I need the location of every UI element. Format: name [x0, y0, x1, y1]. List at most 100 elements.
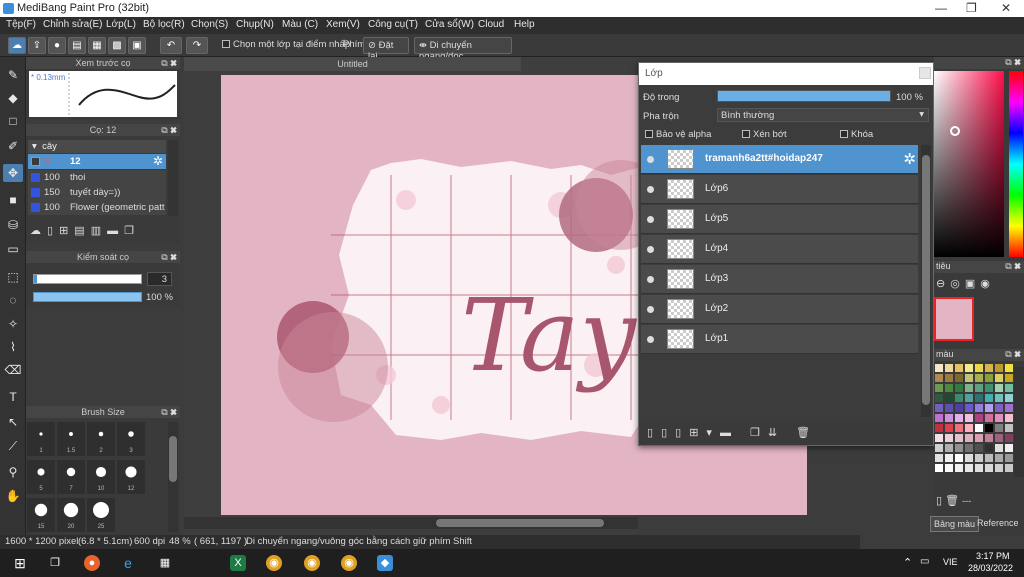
- palette-swatch[interactable]: [1005, 364, 1013, 372]
- layer-row[interactable]: Lớp1: [641, 325, 918, 354]
- palette-swatch[interactable]: [945, 374, 953, 382]
- redo-icon[interactable]: ↷: [186, 37, 208, 54]
- lasso-tool-icon[interactable]: ◌: [3, 291, 23, 309]
- palette-swatch[interactable]: [975, 464, 983, 472]
- clipping-checkbox[interactable]: [742, 130, 750, 138]
- palette-swatch[interactable]: [985, 454, 993, 462]
- palette-swatch[interactable]: [975, 454, 983, 462]
- panel-controls-icon[interactable]: ⧉ ✖: [1005, 349, 1021, 360]
- brush-size-swatches[interactable]: 1 1.5 2 35 7 10 1215 20 25: [26, 420, 166, 534]
- palette-swatch[interactable]: [955, 464, 963, 472]
- palette-swatch[interactable]: [945, 384, 953, 392]
- new-swatch-icon[interactable]: ▯: [936, 495, 942, 507]
- visibility-icon[interactable]: [647, 336, 654, 343]
- menu-capture[interactable]: Chụp(N): [236, 19, 274, 30]
- grid-icon[interactable]: ▩: [108, 37, 126, 54]
- palette-swatch[interactable]: [955, 374, 963, 382]
- palette-swatch[interactable]: [965, 374, 973, 382]
- palette-swatch[interactable]: [995, 374, 1003, 382]
- chrome-icon[interactable]: ◉: [304, 555, 320, 571]
- move-tool-icon[interactable]: ✥: [3, 164, 23, 182]
- comic-icon[interactable]: ▤: [68, 37, 86, 54]
- panel-controls-icon[interactable]: ⧉ ✖: [1005, 261, 1021, 272]
- layer-row[interactable]: Lớp3: [641, 265, 918, 294]
- palette-swatch[interactable]: [945, 364, 953, 372]
- palette-swatch[interactable]: [955, 454, 963, 462]
- palette-swatch[interactable]: [1005, 374, 1013, 382]
- menu-select[interactable]: Chọn(S): [191, 19, 228, 30]
- menu-edit[interactable]: Chỉnh sửa(E): [43, 19, 103, 30]
- language-indicator[interactable]: VIE: [943, 557, 958, 567]
- layer-row[interactable]: Lớp4: [641, 235, 918, 264]
- palette-swatch[interactable]: [1005, 414, 1013, 422]
- palette-swatch[interactable]: [995, 404, 1003, 412]
- excel-icon[interactable]: X: [230, 555, 246, 571]
- palette-swatch[interactable]: [955, 434, 963, 442]
- palette-swatch[interactable]: [955, 384, 963, 392]
- fill-rect-tool-icon[interactable]: ■: [3, 191, 23, 209]
- document-tab[interactable]: Untitled: [184, 57, 521, 71]
- palette-swatch[interactable]: [975, 404, 983, 412]
- palette-swatch[interactable]: [955, 394, 963, 402]
- brush-group[interactable]: ▾ cây: [28, 140, 166, 153]
- volume-icon[interactable]: ▭: [920, 556, 929, 567]
- comment-icon[interactable]: ●: [48, 37, 66, 54]
- palette-swatch[interactable]: [995, 454, 1003, 462]
- cloud-brush-icon[interactable]: ☁: [30, 225, 47, 237]
- menu-color[interactable]: Màu (C): [282, 19, 318, 30]
- rotate-icon[interactable]: ◎: [950, 278, 965, 290]
- menu-view[interactable]: Xem(V): [326, 19, 360, 30]
- hue-slider[interactable]: [1009, 71, 1023, 257]
- scrollbar-thumb[interactable]: [436, 519, 604, 527]
- panel-controls-icon[interactable]: ⧉ ✖: [1005, 57, 1021, 68]
- palette-swatch[interactable]: [945, 454, 953, 462]
- rectangle-tool-icon[interactable]: □: [3, 112, 23, 130]
- palette-swatch[interactable]: [985, 364, 993, 372]
- zoom-out-icon[interactable]: ⊖: [936, 278, 950, 290]
- edit-brush-icon[interactable]: ▤: [74, 225, 90, 237]
- palette-swatch[interactable]: [985, 434, 993, 442]
- add-brush-icon[interactable]: ⊞: [59, 225, 74, 237]
- palette-swatch[interactable]: [935, 464, 943, 472]
- palette-swatch[interactable]: [965, 414, 973, 422]
- palette-swatch[interactable]: [935, 384, 943, 392]
- palette-swatch[interactable]: [985, 374, 993, 382]
- palette-swatch[interactable]: [985, 444, 993, 452]
- palette-swatch[interactable]: [1005, 464, 1013, 472]
- palette-swatch[interactable]: [965, 404, 973, 412]
- palette-swatch[interactable]: [975, 434, 983, 442]
- select-pen-tool-icon[interactable]: ⌇: [3, 338, 23, 356]
- palette-swatch[interactable]: [995, 364, 1003, 372]
- eyedropper-tool-icon[interactable]: ⚲: [3, 463, 23, 481]
- canvas-area[interactable]: Untitled Tay: [184, 57, 807, 535]
- divide-tool-icon[interactable]: ⟋: [3, 437, 23, 455]
- firefox-icon[interactable]: ●: [84, 555, 100, 571]
- duplicate-layer-icon[interactable]: ❐: [750, 427, 768, 439]
- blend-mode-select[interactable]: Bình thường ▾: [717, 108, 929, 122]
- panel-controls-icon[interactable]: ⧉ ✖: [161, 251, 177, 263]
- tab-reference[interactable]: Reference: [974, 516, 1022, 530]
- chrome-icon[interactable]: ◉: [341, 555, 357, 571]
- brush-item[interactable]: 3 12 ✲: [28, 154, 166, 169]
- palette-swatch[interactable]: [985, 394, 993, 402]
- store-icon[interactable]: ▦: [157, 555, 173, 571]
- reset-button[interactable]: ⊘ Đặt lại: [363, 37, 409, 62]
- palette-swatch[interactable]: [1005, 434, 1013, 442]
- duplicate-icon[interactable]: ❐: [124, 225, 140, 237]
- lock-checkbox[interactable]: [840, 130, 848, 138]
- clock-time[interactable]: 3:17 PM: [976, 551, 1010, 561]
- magic-wand-tool-icon[interactable]: ✧: [3, 315, 23, 333]
- palette-swatch[interactable]: [995, 394, 1003, 402]
- palette-swatch[interactable]: [995, 434, 1003, 442]
- palette-swatch[interactable]: [955, 364, 963, 372]
- palette-swatch[interactable]: [935, 364, 943, 372]
- brush-item[interactable]: 100 Flower (geometric patt: [28, 200, 166, 215]
- layer-row[interactable]: Lớp2: [641, 295, 918, 324]
- palette-swatch[interactable]: [995, 414, 1003, 422]
- reset-view-icon[interactable]: ◉: [980, 278, 995, 290]
- palette-swatch[interactable]: [935, 424, 943, 432]
- palette-swatch[interactable]: [945, 444, 953, 452]
- palette-swatch[interactable]: [935, 454, 943, 462]
- palette-swatch[interactable]: [965, 424, 973, 432]
- chrome-icon[interactable]: ◉: [266, 555, 282, 571]
